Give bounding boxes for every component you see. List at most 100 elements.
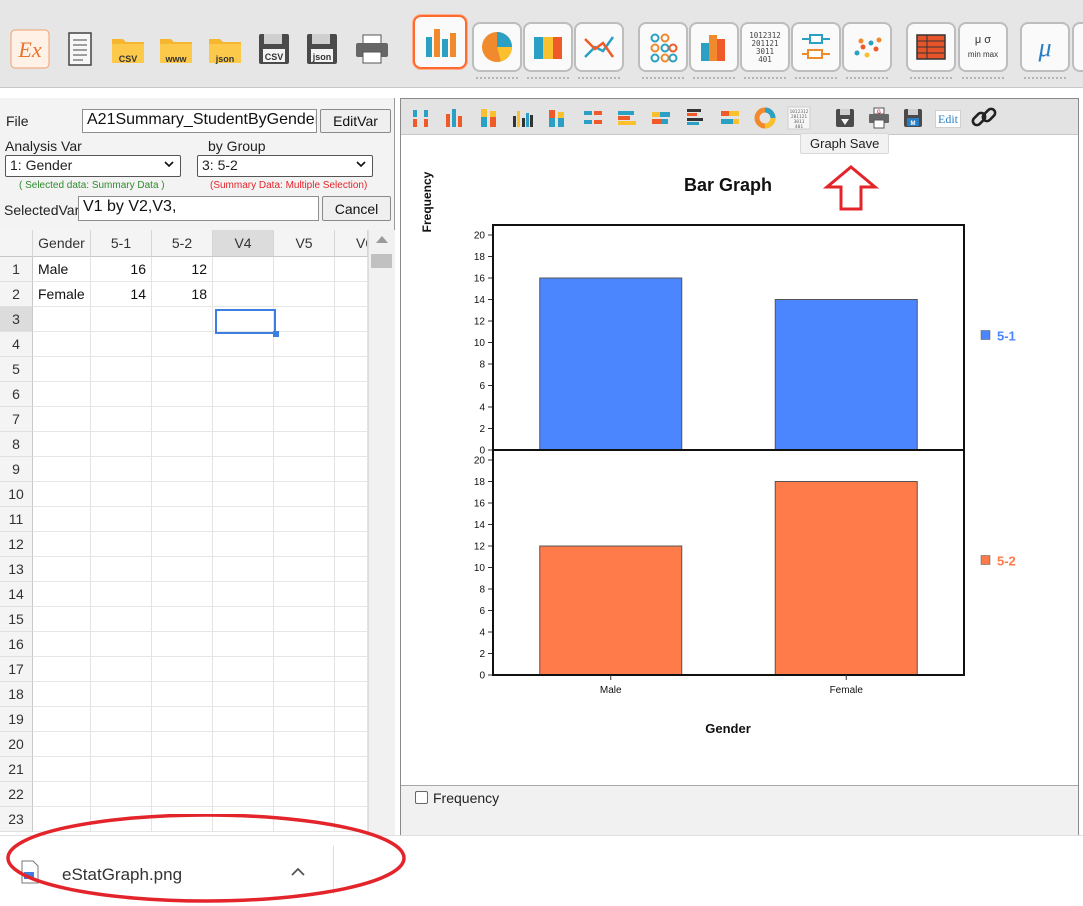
grid-cell[interactable] [152,607,213,632]
analysis-var-select[interactable]: 1: Gender [5,155,181,177]
grid-cell[interactable] [91,732,152,757]
grid-cell[interactable] [152,457,213,482]
grid-cell[interactable] [91,407,152,432]
row-number[interactable]: 3 [0,307,33,332]
grid-cell[interactable] [335,457,368,482]
grid-cell[interactable] [274,582,335,607]
column-header[interactable]: 5-1 [91,230,152,257]
graph-save-icon[interactable] [833,106,857,130]
row-number[interactable]: 2 [0,282,33,307]
scroll-up-icon[interactable] [375,235,389,245]
row-number[interactable]: 19 [0,707,33,732]
grid-cell[interactable] [33,782,91,807]
grid-cell[interactable] [335,732,368,757]
row-number[interactable]: 20 [0,732,33,757]
donut-chart-icon[interactable] [753,106,777,130]
grid-cell[interactable] [152,432,213,457]
stem-leaf-button[interactable]: 1012312 201121 3011 401 [740,22,790,79]
grid-cell[interactable] [91,782,152,807]
column-header[interactable]: V5 [274,230,335,257]
grid-cell[interactable]: 18 [152,282,213,307]
grid-cell[interactable] [274,407,335,432]
grid-cell[interactable] [274,482,335,507]
frequency-table-icon[interactable]: 1012312 201121 3011 401 [787,106,811,130]
grid-cell[interactable] [33,482,91,507]
column-header[interactable]: Gender [33,230,91,257]
grid-cell[interactable]: 14 [91,282,152,307]
grid-cell[interactable] [274,557,335,582]
grid-cell[interactable] [91,707,152,732]
grid-cell[interactable] [335,782,368,807]
data-table-button[interactable] [906,22,956,79]
grid-cell[interactable] [33,407,91,432]
column-header[interactable]: 5-2 [152,230,213,257]
grid-cell[interactable] [91,507,152,532]
grid-cell[interactable] [91,757,152,782]
grid-cell[interactable] [152,657,213,682]
horizontal-side-icon[interactable] [684,106,708,130]
horizontal-grouped-icon[interactable] [615,106,639,130]
horizontal-ratio-icon[interactable] [718,106,742,130]
grid-cell[interactable] [213,382,274,407]
row-number[interactable]: 15 [0,607,33,632]
csv-folder-button[interactable]: CSV [104,24,152,74]
grid-cell[interactable] [91,457,152,482]
grid-cell[interactable] [335,657,368,682]
pie-chart-button[interactable] [472,22,522,79]
grid-cell[interactable] [33,332,91,357]
grid-cell[interactable] [274,757,335,782]
row-number[interactable]: 22 [0,782,33,807]
row-number[interactable]: 4 [0,332,33,357]
grid-cell[interactable] [152,482,213,507]
separate-bar-icon[interactable] [410,106,434,130]
grid-cell[interactable] [33,432,91,457]
text-file-button[interactable] [56,24,104,74]
grid-cell[interactable] [274,432,335,457]
grid-cell[interactable] [213,582,274,607]
grid-cell[interactable] [274,607,335,632]
row-number[interactable]: 6 [0,382,33,407]
grid-cell[interactable] [335,432,368,457]
row-number[interactable]: 17 [0,657,33,682]
grid-cell[interactable] [335,507,368,532]
grid-cell[interactable] [335,557,368,582]
grid-cell[interactable] [91,607,152,632]
grid-cell[interactable] [213,357,274,382]
grid-cell[interactable] [213,257,274,282]
grid-cell[interactable] [91,357,152,382]
cancel-button[interactable]: Cancel [322,196,391,221]
grid-cell[interactable] [274,732,335,757]
grid-cell[interactable] [213,532,274,557]
grid-cell[interactable] [213,507,274,532]
row-number[interactable]: 14 [0,582,33,607]
grid-cell[interactable] [152,507,213,532]
grid-cell[interactable] [213,482,274,507]
row-number[interactable]: 9 [0,457,33,482]
grid-cell[interactable] [33,757,91,782]
line-chart-button[interactable] [574,22,624,79]
box-plot-button[interactable] [791,22,841,79]
grid-cell[interactable] [274,632,335,657]
frequency-checkbox[interactable] [415,791,428,804]
grid-cell[interactable] [335,632,368,657]
grid-cell[interactable] [213,407,274,432]
grid-cell[interactable] [33,707,91,732]
grid-cell[interactable] [33,582,91,607]
grid-cell[interactable] [152,382,213,407]
grid-cell[interactable] [274,507,335,532]
horizontal-separate-icon[interactable] [582,106,606,130]
selectedvar-input[interactable]: V1 by V2,V3, [78,196,319,221]
graph-print-icon[interactable]: G [867,106,891,130]
grid-cell[interactable] [213,432,274,457]
grid-cell[interactable] [274,657,335,682]
grid-cell[interactable] [274,332,335,357]
grid-cell[interactable] [152,557,213,582]
mean-test-button[interactable]: μ [1020,22,1070,79]
grid-cell[interactable] [91,582,152,607]
grid-cell[interactable] [274,457,335,482]
grid-cell[interactable] [33,382,91,407]
fill-handle[interactable] [273,331,279,337]
grid-cell[interactable] [335,532,368,557]
grid-cell[interactable] [274,282,335,307]
grid-cell[interactable] [91,382,152,407]
